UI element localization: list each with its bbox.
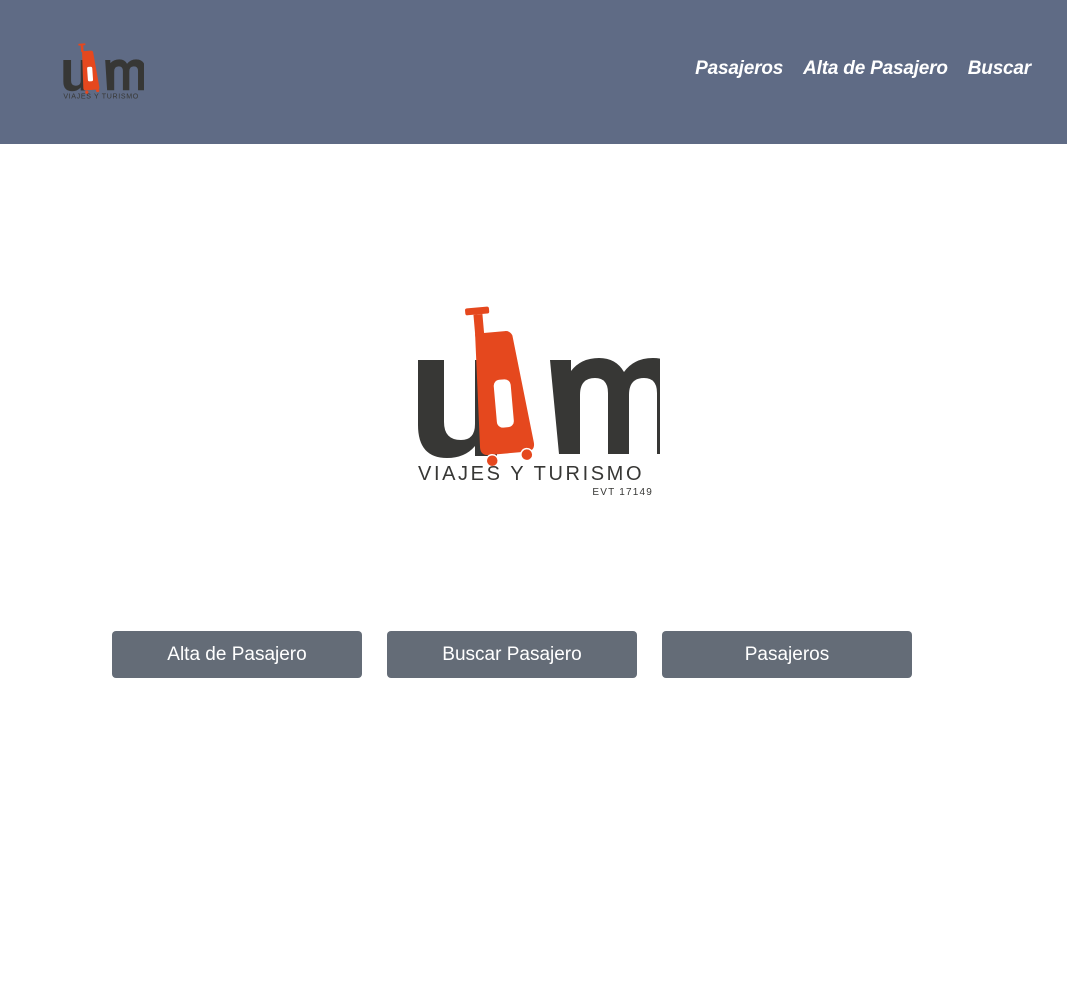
main-nav: Pasajeros Alta de Pasajero Buscar <box>695 58 1031 80</box>
svg-text:VIAJES Y TURISMO: VIAJES Y TURISMO <box>63 93 139 101</box>
action-buttons: Alta de Pasajero Buscar Pasajero Pasajer… <box>112 631 912 678</box>
top-header: VIAJES Y TURISMO Pasajeros Alta de Pasaj… <box>0 0 1067 144</box>
nav-link-alta-de-pasajero[interactable]: Alta de Pasajero <box>803 58 948 80</box>
hero-logo: VIAJES Y TURISMO EVT 17149 <box>410 298 679 503</box>
pasajeros-button[interactable]: Pasajeros <box>662 631 912 678</box>
nav-link-buscar[interactable]: Buscar <box>968 58 1031 80</box>
header-logo[interactable]: VIAJES Y TURISMO <box>58 40 144 106</box>
nav-link-pasajeros[interactable]: Pasajeros <box>695 58 783 80</box>
buscar-pasajero-button[interactable]: Buscar Pasajero <box>387 631 637 678</box>
brand-tagline: VIAJES Y TURISMO <box>418 463 644 485</box>
brand-license: EVT 17149 <box>592 487 653 498</box>
ubm-logo: VIAJES Y TURISMO EVT 17149 <box>418 306 679 498</box>
alta-de-pasajero-button[interactable]: Alta de Pasajero <box>112 631 362 678</box>
